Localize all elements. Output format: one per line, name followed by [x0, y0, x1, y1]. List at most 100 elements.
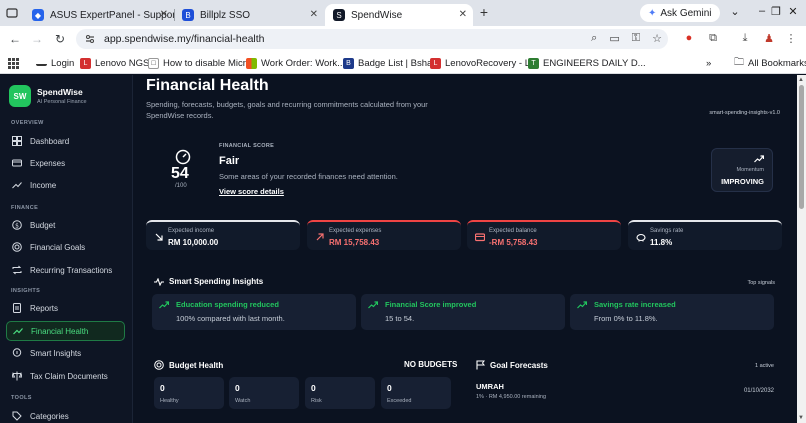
goal-forecasts-title: Goal Forecasts [490, 360, 548, 370]
zoom-icon[interactable]: ⌕ [591, 32, 597, 45]
sidebar-item-financial-health[interactable]: Financial Health [6, 321, 125, 341]
stat-label: Savings rate [650, 228, 684, 234]
microsoft-icon [246, 57, 257, 69]
svg-text:$: $ [15, 222, 19, 229]
stat-label: Expected income [168, 228, 215, 234]
sidebar-item-budget[interactable]: $ Budget [6, 215, 125, 235]
new-tab-icon[interactable]: + [477, 5, 491, 19]
sidebar-item-label: Expenses [30, 158, 66, 168]
cast-icon[interactable]: ▭ [609, 32, 619, 45]
bookmark-work-order[interactable]: Work Order: Work... [246, 56, 345, 70]
reload-icon[interactable]: ↻ [53, 32, 67, 46]
insight-card: Financial Score improved 15 to 54. [361, 294, 565, 330]
window-close-icon[interactable]: ✕ [786, 5, 800, 18]
goal-forecasts-heading: Goal Forecasts [476, 360, 548, 370]
bookmark-login[interactable]: Login [36, 56, 74, 70]
address-bar[interactable]: app.spendwise.my/financial-health ⌕ ▭ ⚿ … [76, 29, 668, 49]
sidebar-item-financial-goals[interactable]: Financial Goals [6, 237, 125, 257]
minimize-icon[interactable]: – [755, 5, 769, 17]
insight-title: Financial Score improved [385, 300, 477, 309]
lenovo-icon: L [80, 57, 91, 69]
bookmark-lenovo-recovery[interactable]: L LenovoRecovery - L... [430, 56, 538, 70]
view-score-details-link[interactable]: View score details [219, 187, 284, 196]
goal-date: 01/10/2032 [743, 388, 774, 394]
scroll-up-icon[interactable]: ▲ [798, 77, 804, 83]
bookmarks-bar: Login L Lenovo NGSP □ How to disable Mic… [0, 52, 806, 74]
bookmark-star-icon[interactable]: ☆ [652, 32, 662, 45]
close-tab-icon[interactable]: ✕ [459, 9, 467, 20]
address-bar-actions: ⌕ ▭ ⚿ ☆ [591, 32, 662, 45]
more-bookmarks-button[interactable]: » [706, 56, 711, 70]
lightbulb-icon [12, 348, 22, 358]
scrollbar-thumb[interactable] [799, 85, 804, 209]
profile-avatar-icon[interactable]: ♟ [762, 32, 776, 45]
insight-card: Savings rate increased From 0% to 11.8%. [570, 294, 774, 330]
sidebar-item-categories[interactable]: Categories [6, 406, 125, 423]
sidebar-item-income[interactable]: Income [6, 175, 125, 195]
tab-spendwise[interactable]: S SpendWise ✕ [325, 4, 473, 26]
bookmark-engineers-daily[interactable]: T ENGINEERS DAILY D... [528, 56, 646, 70]
restore-icon[interactable]: ❐ [769, 5, 783, 18]
financial-score-label: FINANCIAL SCORE [219, 143, 275, 149]
stat-expected-income: Expected income RM 10,000.00 [146, 220, 300, 250]
bookmark-disable-micr[interactable]: □ How to disable Micr... [148, 56, 253, 70]
report-icon [12, 303, 22, 313]
trend-up-icon [754, 155, 764, 163]
extension-opera-icon[interactable]: ● [682, 32, 696, 44]
sidebar-item-smart-insights[interactable]: Smart Insights [6, 343, 125, 363]
budget-card-label: Healthy [160, 398, 179, 404]
budget-card-label: Exceeded [387, 398, 412, 404]
sidebar-item-label: Categories [30, 411, 69, 421]
apps-grid-icon[interactable] [8, 56, 19, 70]
sidebar-item-expenses[interactable]: Expenses [6, 153, 125, 173]
scale-icon [12, 371, 22, 381]
page-icon: □ [148, 57, 159, 69]
ask-gemini-button[interactable]: ✦ Ask Gemini [640, 4, 720, 22]
sidebar-item-tax-claim-documents[interactable]: Tax Claim Documents [6, 366, 125, 386]
goal-name[interactable]: UMRAH [476, 382, 504, 391]
back-arrow-icon[interactable]: ← [8, 32, 22, 46]
trend-up-icon [577, 301, 587, 309]
budget-card-label: Risk [311, 398, 322, 404]
scroll-down-icon[interactable]: ▼ [798, 415, 804, 421]
budget-health-heading: Budget Health [154, 360, 223, 370]
momentum-card: Momentum IMPROVING [711, 148, 773, 192]
password-key-icon[interactable]: ⚿ [632, 32, 640, 45]
target-icon [12, 242, 22, 252]
sidebar-item-recurring-transactions[interactable]: Recurring Transactions [6, 260, 125, 280]
section-label-overview: OVERVIEW [11, 120, 44, 126]
piggy-bank-icon [636, 233, 646, 242]
insights-note: Top signals [747, 280, 775, 286]
page-title: Financial Health [146, 77, 269, 94]
page-scrollbar[interactable]: ▲ ▼ [797, 75, 806, 423]
close-tab-icon[interactable]: ✕ [310, 9, 318, 20]
more-bookmarks-label: » [706, 57, 712, 69]
downloads-icon[interactable]: ⤓ [738, 32, 752, 45]
brand[interactable]: SW SpendWise AI Personal Finance [9, 85, 87, 107]
bookmark-label: Lenovo NGSP [95, 57, 156, 69]
chevron-down-icon[interactable]: ⌄ [728, 5, 742, 18]
all-bookmarks-button[interactable]: 🗀 All Bookmarks [734, 56, 806, 70]
tab-asus[interactable]: ◆ ASUS ExpertPanel - Support ✕ [24, 4, 174, 26]
budget-card-value: 0 [160, 383, 165, 393]
budget-card-exceeded: 0 Exceeded [381, 377, 451, 409]
budget-card-healthy: 0 Healthy [154, 377, 224, 409]
sidebar-item-reports[interactable]: Reports [6, 298, 125, 318]
trend-up-icon [368, 301, 378, 309]
close-tab-icon[interactable]: ✕ [160, 9, 168, 20]
forward-arrow-icon[interactable]: → [30, 32, 44, 46]
browser-menu-icon[interactable]: ⋮ [784, 32, 798, 45]
extensions-puzzle-icon[interactable]: ⧉ [706, 32, 720, 45]
tab-list-button[interactable] [4, 5, 20, 21]
bookmark-label: How to disable Micr... [163, 57, 254, 69]
tab-billplz[interactable]: B Billplz SSO ✕ [174, 4, 324, 26]
budget-card-label: Watch [235, 398, 251, 404]
site-info-icon[interactable] [84, 33, 96, 45]
dollar-circle-icon: $ [12, 220, 22, 230]
bookmark-badge-list[interactable]: B Badge List | Bsharp [343, 56, 441, 70]
sidebar-item-label: Recurring Transactions [30, 265, 113, 275]
repeat-icon [12, 265, 22, 275]
bookmark-lenovo-ngsp[interactable]: L Lenovo NGSP [80, 56, 156, 70]
sidebar-item-dashboard[interactable]: Dashboard [6, 131, 125, 151]
version-tag: smart-spending-insights-v1.0 [709, 110, 780, 116]
